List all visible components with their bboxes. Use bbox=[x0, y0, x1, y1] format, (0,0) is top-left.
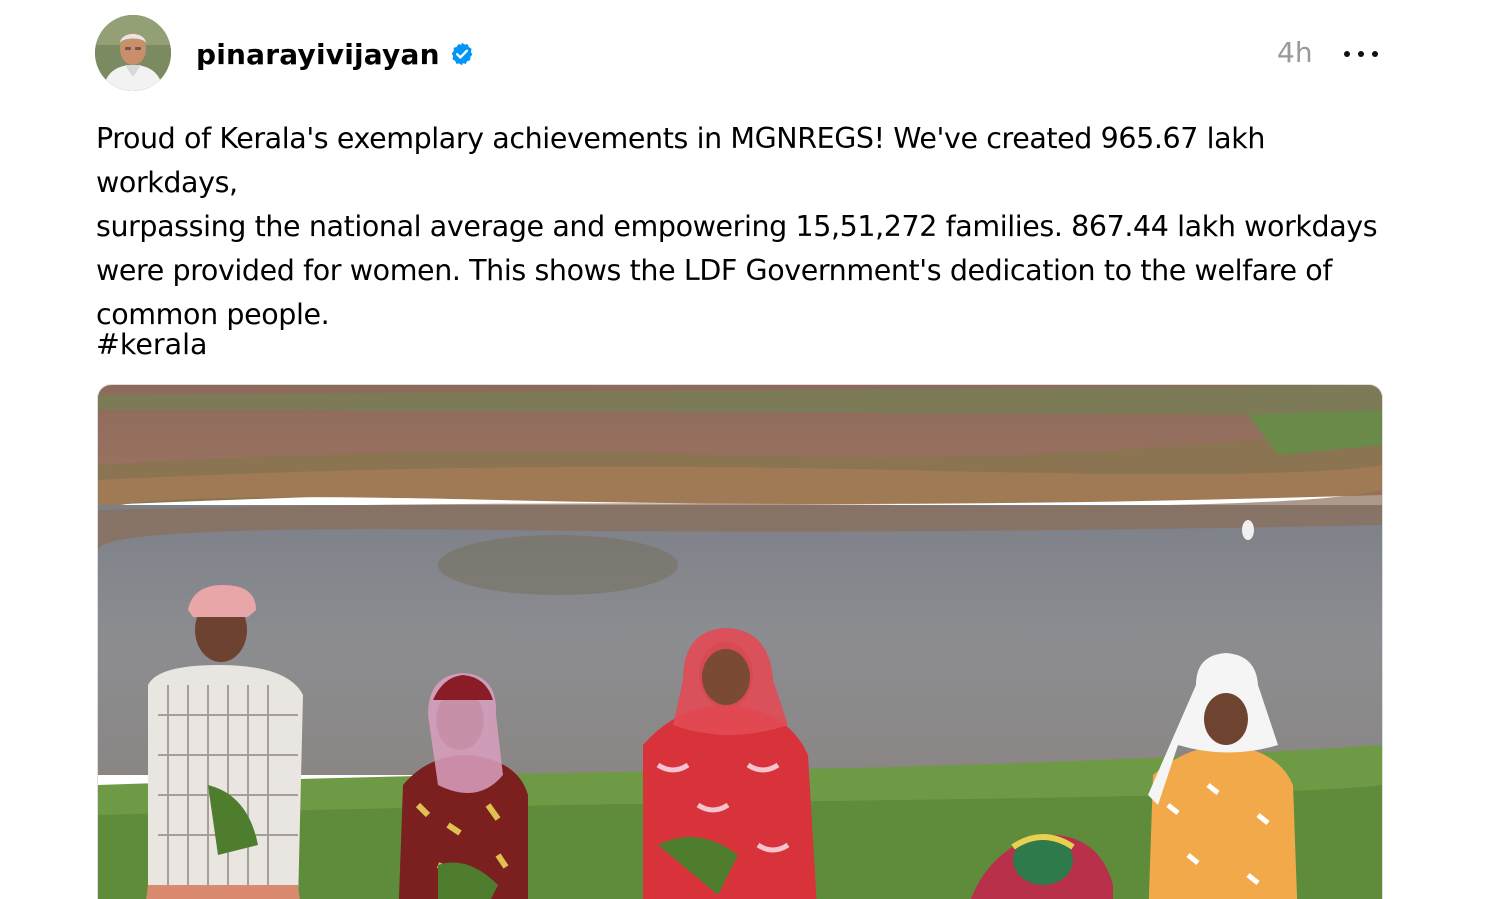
egret-bird bbox=[1242, 520, 1254, 540]
hashtag-link[interactable]: #kerala bbox=[96, 323, 207, 367]
avatar[interactable] bbox=[95, 15, 171, 91]
thread-post: pinarayivijayan 4h Proud of Kerala's exe… bbox=[0, 0, 1500, 899]
women-workers-in-paddy-field-photo bbox=[98, 385, 1382, 899]
profile-photo bbox=[95, 15, 171, 91]
verified-badge-icon bbox=[449, 41, 475, 67]
username[interactable]: pinarayivijayan bbox=[196, 38, 440, 71]
post-image[interactable] bbox=[97, 384, 1383, 899]
timestamp: 4h bbox=[1277, 36, 1313, 69]
author-row: pinarayivijayan bbox=[196, 32, 475, 76]
more-dot bbox=[1372, 51, 1378, 57]
more-horizontal-icon bbox=[1344, 51, 1350, 57]
post-text: Proud of Kerala's exemplary achievements… bbox=[96, 122, 1378, 331]
more-options-button[interactable] bbox=[1344, 40, 1378, 68]
more-dot bbox=[1358, 51, 1364, 57]
